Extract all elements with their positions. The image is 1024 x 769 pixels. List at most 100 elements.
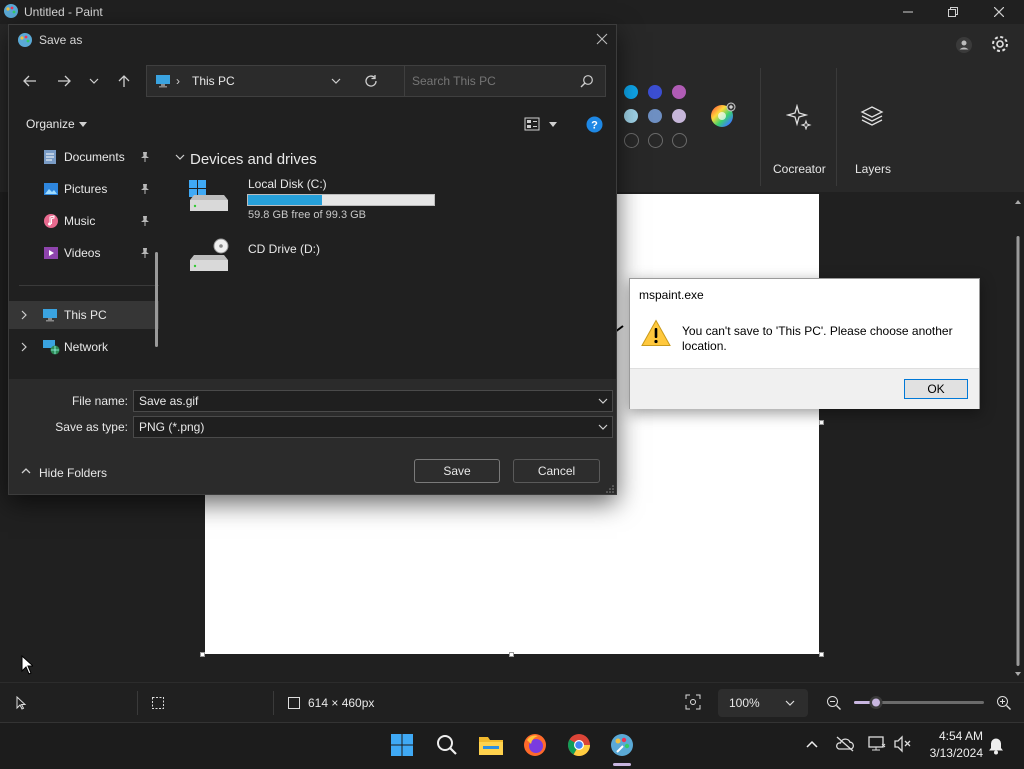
ok-button[interactable]: OK xyxy=(904,379,968,399)
expand-chevron-icon[interactable] xyxy=(20,310,28,320)
color-swatch[interactable] xyxy=(624,85,638,99)
color-swatch[interactable] xyxy=(624,109,638,123)
chevron-up-icon[interactable] xyxy=(21,467,31,475)
minimize-button[interactable] xyxy=(885,0,931,24)
nav-item-label: Videos xyxy=(64,246,101,260)
nav-item-pictures[interactable]: Pictures xyxy=(9,175,159,203)
color-swatch[interactable] xyxy=(648,85,662,99)
resize-handle[interactable] xyxy=(819,420,824,425)
this-pc-monitor-icon xyxy=(42,308,58,322)
search-icon[interactable] xyxy=(580,74,594,88)
search-input[interactable] xyxy=(412,73,572,89)
pin-icon[interactable] xyxy=(140,183,150,195)
recent-locations-chevron-icon[interactable] xyxy=(89,78,99,85)
address-history-chevron-icon[interactable] xyxy=(331,78,341,85)
empty-color-slot[interactable] xyxy=(648,133,663,148)
pin-icon[interactable] xyxy=(140,215,150,227)
empty-color-slot[interactable] xyxy=(672,133,687,148)
organize-menu[interactable]: Organize xyxy=(26,117,75,131)
view-dropdown-icon[interactable] xyxy=(549,122,557,127)
zoom-dropdown[interactable]: 100% xyxy=(718,689,808,717)
color-swatch[interactable] xyxy=(648,109,662,123)
forward-arrow-icon[interactable] xyxy=(57,75,71,87)
fit-to-window-icon[interactable] xyxy=(685,694,701,710)
chevron-down-icon[interactable] xyxy=(598,424,608,431)
breadcrumb-location[interactable]: This PC xyxy=(192,74,235,88)
group-header[interactable]: Devices and drives xyxy=(190,151,317,168)
nav-item-documents[interactable]: Documents xyxy=(9,143,159,171)
filename-input[interactable]: Save as.gif xyxy=(133,390,613,412)
back-arrow-icon[interactable] xyxy=(23,75,37,87)
organize-dropdown-icon[interactable] xyxy=(79,122,87,127)
drive-item-cd-drive[interactable]: CD Drive (D:) xyxy=(185,236,445,278)
canvas-size-text: 614 × 460px xyxy=(308,696,375,710)
hide-folders-button[interactable]: Hide Folders xyxy=(39,466,107,480)
start-windows-icon[interactable] xyxy=(390,733,414,757)
zoom-out-icon[interactable] xyxy=(826,695,842,711)
nav-item-label: This PC xyxy=(64,308,107,322)
paint-app-icon xyxy=(3,3,19,19)
chevron-down-icon[interactable] xyxy=(598,398,608,405)
group-collapse-chevron-icon[interactable] xyxy=(175,153,185,161)
color-picker-wheel-icon[interactable] xyxy=(710,102,736,128)
drive-item-local-disk[interactable]: Local Disk (C:) 59.8 GB free of 99.3 GB xyxy=(185,176,445,222)
resize-grip-icon[interactable] xyxy=(606,485,614,493)
dialog-title: Save as xyxy=(39,33,83,47)
network-monitor-icon[interactable] xyxy=(867,735,887,753)
firefox-icon[interactable] xyxy=(522,732,548,758)
clock-time[interactable]: 4:54 AM xyxy=(925,729,983,743)
color-swatch[interactable] xyxy=(672,85,686,99)
drive-free-space: 59.8 GB free of 99.3 GB xyxy=(248,209,367,221)
pictures-icon xyxy=(43,182,59,196)
zoom-in-icon[interactable] xyxy=(996,695,1012,711)
chrome-icon[interactable] xyxy=(566,732,592,758)
paint-app-icon xyxy=(17,32,33,48)
refresh-icon[interactable] xyxy=(364,74,378,88)
empty-color-slot[interactable] xyxy=(624,133,639,148)
file-explorer-icon[interactable] xyxy=(478,733,504,757)
volume-muted-icon[interactable] xyxy=(893,735,913,753)
close-icon[interactable] xyxy=(596,33,608,45)
view-options-icon[interactable] xyxy=(524,116,540,132)
nav-item-network[interactable]: Network xyxy=(9,333,159,361)
resize-handle[interactable] xyxy=(509,652,514,657)
layers-label[interactable]: Layers xyxy=(855,162,891,176)
clock-date[interactable]: 3/13/2024 xyxy=(919,746,983,760)
pin-icon[interactable] xyxy=(140,247,150,259)
pin-icon[interactable] xyxy=(140,151,150,163)
expand-chevron-icon[interactable] xyxy=(20,342,28,352)
cancel-button[interactable]: Cancel xyxy=(513,459,600,483)
save-button[interactable]: Save xyxy=(414,459,500,483)
zoom-slider[interactable] xyxy=(854,696,984,709)
help-icon[interactable]: ? xyxy=(586,116,603,133)
cd-drive-icon xyxy=(187,238,231,274)
settings-gear-icon[interactable] xyxy=(990,34,1010,54)
nav-item-music[interactable]: Music xyxy=(9,207,159,235)
active-app-indicator xyxy=(613,763,631,766)
vertical-scrollbar[interactable] xyxy=(1014,196,1022,680)
paint-taskbar-icon[interactable] xyxy=(609,732,635,758)
layers-icon[interactable] xyxy=(860,104,884,128)
nav-item-this-pc[interactable]: This PC xyxy=(9,301,159,329)
status-bar: 614 × 460px 100% xyxy=(0,682,1024,723)
search-box[interactable] xyxy=(404,65,606,97)
account-icon[interactable] xyxy=(955,36,973,54)
close-window-button[interactable] xyxy=(976,0,1022,24)
address-bar[interactable]: › This PC xyxy=(146,65,408,97)
up-arrow-icon[interactable] xyxy=(118,74,130,88)
cocreator-sparkle-icon[interactable] xyxy=(786,104,812,130)
restore-button[interactable] xyxy=(930,0,976,24)
resize-handle[interactable] xyxy=(819,652,824,657)
search-icon[interactable] xyxy=(435,733,459,757)
chevron-up-icon[interactable] xyxy=(805,739,819,749)
nav-pane-scrollbar[interactable] xyxy=(155,252,158,347)
nav-item-videos[interactable]: Videos xyxy=(9,239,159,267)
resize-handle[interactable] xyxy=(200,652,205,657)
cocreator-label[interactable]: Cocreator xyxy=(773,162,826,176)
savetype-select[interactable]: PNG (*.png) xyxy=(133,416,613,438)
color-swatch[interactable] xyxy=(672,109,686,123)
onedrive-cloud-icon[interactable] xyxy=(835,735,855,753)
local-disk-drive-icon xyxy=(187,178,231,214)
notification-bell-icon[interactable] xyxy=(988,737,1004,755)
save-options-pane: File name: Save as.gif Save as type: PNG… xyxy=(9,379,616,494)
